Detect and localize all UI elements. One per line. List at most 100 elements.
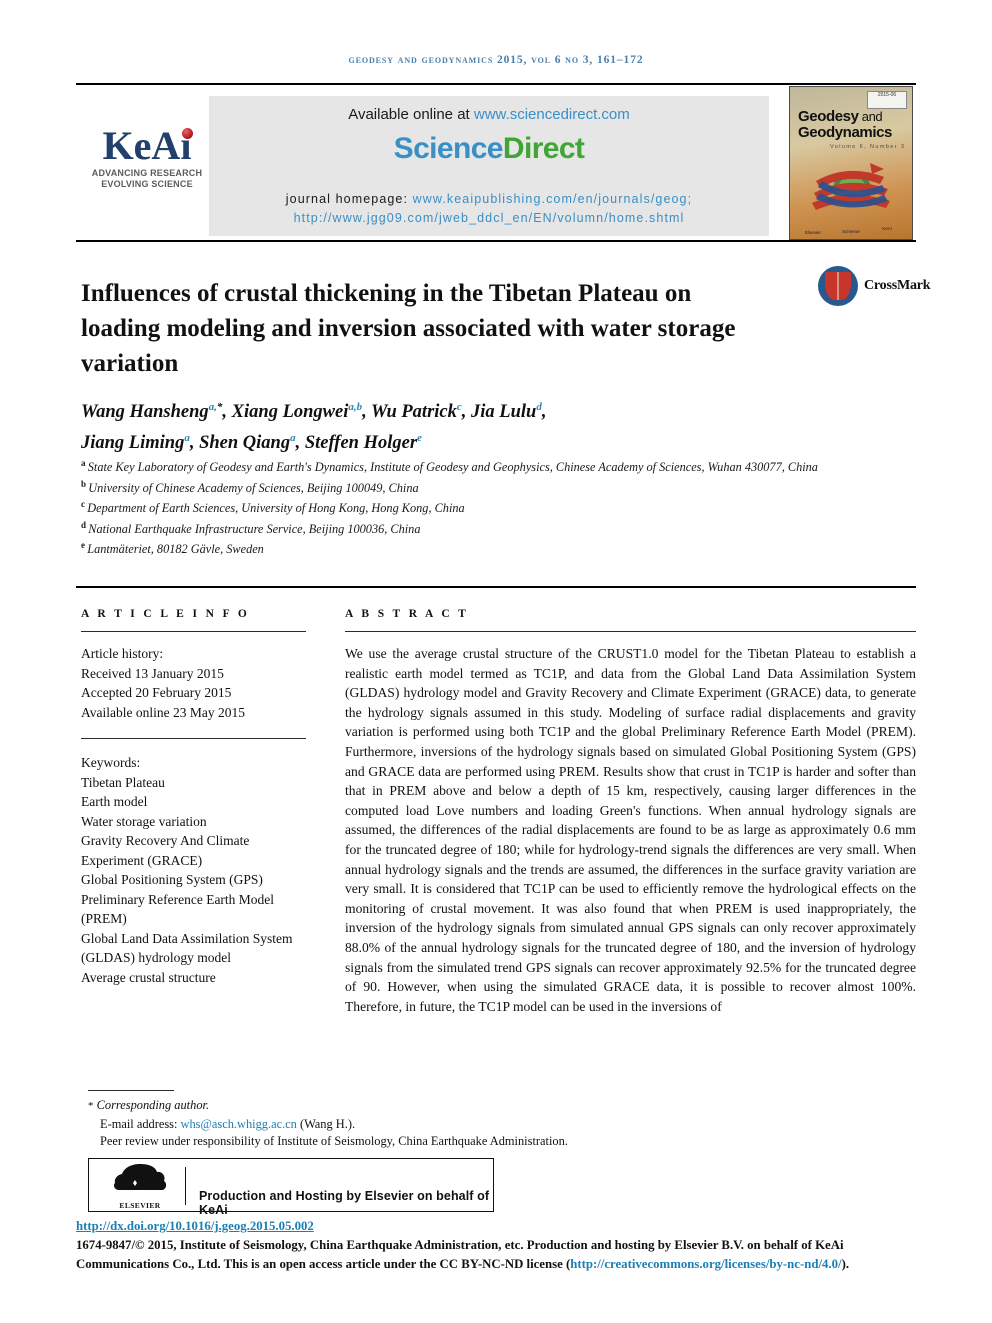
- keai-tagline-line1: ADVANCING RESEARCH: [91, 168, 203, 178]
- affiliation-text: National Earthquake Infrastructure Servi…: [88, 521, 421, 536]
- cover-footer-keai: KeAi: [882, 226, 892, 231]
- journal-homepage-link[interactable]: www.keaipublishing.com/en/journals/geog;: [413, 192, 693, 206]
- author-name: Jiang Liming: [81, 433, 185, 454]
- footnotes: * Corresponding author. E-mail address: …: [88, 1097, 788, 1151]
- email-suffix: (Wang H.).: [296, 1116, 356, 1131]
- production-hosting-box: ELSEVIER Production and Hosting by Elsev…: [88, 1158, 494, 1217]
- corresponding-star: *: [88, 1100, 94, 1112]
- keyword-item[interactable]: Gravity Recovery And Climate Experiment …: [81, 831, 306, 870]
- author-name: Xiang Longwei: [231, 402, 349, 423]
- email-label: E-mail address:: [100, 1116, 181, 1131]
- peer-review-note: Peer review under responsibility of Inst…: [100, 1134, 568, 1149]
- sciencedirect-banner: Available online at www.sciencedirect.co…: [209, 96, 769, 236]
- keai-logo: KeAi ADVANCING RESEARCH EVOLVING SCIENCE: [82, 126, 212, 190]
- author-name: Steffen Holger: [304, 433, 418, 454]
- affiliation-text: Lantmäteriet, 80182 Gävle, Sweden: [87, 542, 264, 557]
- cover-footer-sciverse: SciVerse: [842, 229, 860, 234]
- author-name: Wang Hansheng: [81, 402, 209, 423]
- author-name: Shen Qiang: [199, 433, 291, 454]
- article-history-item: Available online 23 May 2015: [81, 704, 245, 720]
- article-history-items: Received 13 January 2015 Accepted 20 Febr…: [81, 664, 306, 723]
- keyword-item[interactable]: Tibetan Plateau: [81, 773, 306, 793]
- keyword-item[interactable]: Global Land Data Assimilation System (GL…: [81, 929, 306, 968]
- affiliation-item: b University of Chinese Academy of Scien…: [81, 476, 841, 497]
- keyword-item[interactable]: Water storage variation: [81, 812, 306, 832]
- article-history-item: Accepted 20 February 2015: [81, 685, 232, 700]
- copyright-text-part2: ).: [841, 1256, 850, 1271]
- keyword-item[interactable]: Preliminary Reference Earth Model (PREM): [81, 890, 306, 929]
- affiliation-item: e Lantmäteriet, 80182 Gävle, Sweden: [81, 537, 841, 558]
- author-line-2: Jiang Liminga, Shen Qianga, Steffen Holg…: [81, 425, 781, 456]
- author-name: Wu Patrick: [371, 402, 457, 423]
- crossmark-badge[interactable]: CrossMark: [818, 266, 931, 310]
- keywords-label: Keywords:: [81, 755, 141, 770]
- author-list: Wang Hanshenga,*, Xiang Longweia,b, Wu P…: [81, 394, 781, 456]
- corresponding-author-label: Corresponding author.: [96, 1098, 210, 1112]
- abstract-divider: [345, 631, 916, 632]
- affiliation-text: University of Chinese Academy of Science…: [88, 480, 419, 495]
- sciencedirect-logo-part2: Direct: [502, 132, 585, 165]
- doi-link[interactable]: http://dx.doi.org/10.1016/j.geog.2015.05…: [76, 1219, 314, 1234]
- keywords-items: Tibetan Plateau Earth model Water storage …: [81, 773, 306, 988]
- email-link[interactable]: whs@asch.whigg.ac.cn: [181, 1117, 297, 1131]
- cover-issue-badge: 2015-06: [867, 91, 907, 109]
- sciencedirect-link[interactable]: www.sciencedirect.com: [474, 106, 630, 123]
- sciencedirect-logo[interactable]: ScienceDirect: [209, 132, 769, 166]
- article-info-heading: A R T I C L E I N F O: [81, 608, 250, 620]
- keywords-divider: [81, 738, 306, 739]
- available-online-line: Available online at www.sciencedirect.co…: [209, 106, 769, 123]
- author-separator: ,: [295, 433, 305, 454]
- article-history: Article history: Received 13 January 201…: [81, 644, 306, 722]
- abstract-column: A B S T R A C T We use the average crust…: [345, 608, 916, 1016]
- cover-footer-logos: Elsevier SciVerse KeAi: [794, 213, 908, 235]
- license-link[interactable]: http://creativecommons.org/licenses/by-n…: [570, 1257, 841, 1271]
- journal-article-page: Geodesy and Geodynamics 2015, vol 6 no 3…: [0, 0, 992, 1323]
- author-affiliation-mark: a,b: [348, 401, 363, 413]
- keyword-item[interactable]: Average crustal structure: [81, 968, 306, 988]
- journal-homepage-line2: http://www.jgg09.com/jweb_ddcl_en/EN/vol…: [209, 209, 769, 228]
- corresponding-author-note: * Corresponding author.: [88, 1097, 788, 1116]
- cover-title-and: and: [858, 109, 883, 124]
- cover-artwork-icon: [812, 163, 890, 210]
- available-online-label: Available online at: [348, 106, 474, 123]
- keai-wordmark-text: KeAi: [102, 123, 192, 168]
- elsevier-logo: ELSEVIER: [103, 1163, 177, 1210]
- article-history-label: Article history:: [81, 646, 164, 661]
- cover-title: Geodesy and Geodynamics: [798, 109, 892, 141]
- masthead-bottom-rule: [76, 240, 916, 242]
- crossmark-label: CrossMark: [864, 278, 931, 293]
- author-separator: ,: [222, 402, 232, 423]
- cover-title-line2: Geodynamics: [798, 124, 892, 141]
- journal-cover-thumbnail[interactable]: 2015-06 Geodesy and Geodynamics Volume 6…: [789, 86, 913, 240]
- author-separator: ,: [541, 402, 547, 423]
- email-note: E-mail address: whs@asch.whigg.ac.cn (Wa…: [88, 1116, 788, 1134]
- crossmark-book-icon: [825, 272, 851, 300]
- affiliation-item: d National Earthquake Infrastructure Ser…: [81, 517, 841, 538]
- header-bottom-rule: [76, 586, 916, 588]
- affiliation-mark: a: [81, 458, 88, 468]
- author-name: Jia Lulu: [471, 402, 537, 423]
- affiliation-item: a State Key Laboratory of Geodesy and Ea…: [81, 455, 841, 476]
- journal-homepage-line1: journal homepage: www.keaipublishing.com…: [209, 190, 769, 209]
- author-affiliation-mark: a,: [208, 401, 217, 413]
- keai-dot-icon: [182, 128, 194, 139]
- affiliation-list: a State Key Laboratory of Geodesy and Ea…: [81, 455, 841, 558]
- cover-title-line1: Geodesy: [798, 108, 859, 125]
- hosting-box-divider: [185, 1167, 186, 1205]
- footnote-rule: [88, 1090, 174, 1091]
- journal-homepage-link-alt[interactable]: http://www.jgg09.com/jweb_ddcl_en/EN/vol…: [294, 211, 685, 225]
- author-separator: ,: [189, 433, 200, 454]
- article-history-item: Received 13 January 2015: [81, 665, 224, 681]
- author-line-1: Wang Hanshenga,*, Xiang Longweia,b, Wu P…: [81, 394, 781, 425]
- article-info-column: A R T I C L E I N F O Article history: R…: [81, 608, 306, 987]
- affiliation-item: c Department of Earth Sciences, Universi…: [81, 496, 841, 517]
- keywords-block: Keywords: Tibetan Plateau Earth model Wate…: [81, 753, 306, 987]
- crossmark-circle-icon: [818, 266, 858, 306]
- keyword-item[interactable]: Global Positioning System (GPS): [81, 870, 306, 890]
- production-hosting-label: Production and Hosting by Elsevier on be…: [199, 1189, 490, 1217]
- copyright-notice: 1674-9847/© 2015, Institute of Seismolog…: [76, 1236, 921, 1273]
- keyword-item[interactable]: Earth model: [81, 792, 306, 812]
- elsevier-wordmark: ELSEVIER: [119, 1201, 161, 1210]
- keai-tagline-line2: EVOLVING SCIENCE: [101, 179, 193, 189]
- elsevier-tree-icon: [114, 1164, 167, 1190]
